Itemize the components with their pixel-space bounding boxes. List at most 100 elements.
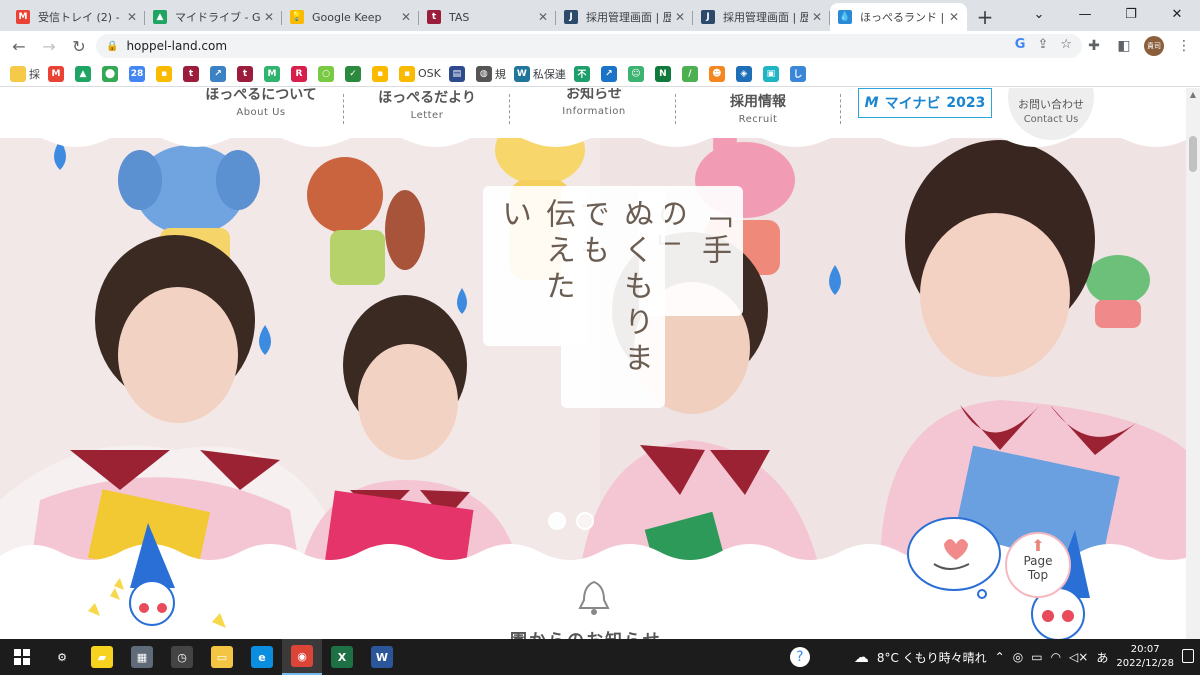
bookmark-item[interactable]: ▪	[372, 65, 391, 82]
browser-tab[interactable]: M 受信トレイ (2) - tak ✕	[8, 3, 145, 31]
reload-button[interactable]: ↻	[64, 31, 94, 61]
ime-indicator[interactable]: あ	[1096, 649, 1108, 666]
tab-list: M 受信トレイ (2) - tak ✕ ▲ マイドライブ - Goog ✕ 💡 Google …	[0, 3, 967, 31]
keep-icon: ▪	[156, 65, 172, 82]
taskbar-app[interactable]: X	[322, 639, 362, 675]
battery-icon[interactable]: ▭	[1031, 650, 1042, 664]
close-tab-icon[interactable]: ✕	[675, 10, 685, 24]
slider-dot[interactable]	[548, 512, 566, 530]
tab-title: 採用管理画面 | 歴	[586, 11, 671, 24]
taskbar-app[interactable]: W	[362, 639, 402, 675]
weather-cloud-icon[interactable]: ☁	[854, 648, 869, 666]
page-scrollbar[interactable]: ▲	[1186, 88, 1200, 639]
bookmark-item[interactable]: ↗	[600, 65, 620, 82]
volume-icon[interactable]: ◁×	[1069, 650, 1088, 664]
bookmark-item[interactable]: W 私保連	[513, 65, 566, 82]
bookmark-item[interactable]: ▣	[762, 65, 782, 82]
browser-tab[interactable]: J 採用管理画面 | 歴 ✕	[693, 3, 830, 31]
profile-avatar[interactable]: 貴司	[1144, 36, 1164, 56]
bookmark-item[interactable]: ✓	[345, 65, 364, 82]
taskbar-app[interactable]: ◉	[282, 639, 322, 675]
browser-tab[interactable]: 💡 Google Keep ✕	[282, 3, 419, 31]
close-tab-icon[interactable]: ✕	[812, 10, 822, 24]
back-button[interactable]: ←	[4, 31, 34, 61]
side-panel-icon[interactable]: ◧	[1114, 34, 1134, 58]
page-top-button[interactable]: ⬆ Page Top	[1005, 532, 1071, 598]
taskbar-app[interactable]: ⚙	[42, 639, 82, 675]
share-icon[interactable]: ⇪	[1037, 37, 1048, 52]
bookmark-item[interactable]: t	[237, 65, 256, 82]
close-tab-icon[interactable]: ✕	[264, 10, 274, 24]
close-window-button[interactable]: ✕	[1154, 0, 1200, 28]
new-tab-button[interactable]: +	[971, 3, 999, 31]
tray-overflow-icon[interactable]: ⌃	[995, 650, 1005, 664]
nav-information-label: お知らせ	[566, 88, 622, 102]
bookmark-item[interactable]: 採	[10, 65, 40, 82]
browser-tab[interactable]: J 採用管理画面 | 歴 ✕	[556, 3, 693, 31]
extensions-icon[interactable]: ✚	[1084, 34, 1104, 58]
bookmark-item[interactable]: ⬤	[102, 65, 121, 82]
bookmark-item[interactable]: R	[291, 65, 310, 82]
taskbar-app[interactable]: ▦	[122, 639, 162, 675]
address-bar[interactable]: 🔒 hoppel-land.com G ⇪ ☆	[96, 34, 1082, 58]
nav-recruit[interactable]: 採用情報 Recruit	[718, 91, 798, 125]
restore-button[interactable]: ❐	[1108, 0, 1154, 28]
bookmark-item[interactable]: ▪	[156, 65, 175, 82]
close-tab-icon[interactable]: ✕	[538, 10, 548, 24]
taskbar-app[interactable]: ▭	[202, 639, 242, 675]
forward-button[interactable]: →	[34, 31, 64, 61]
taskbar-app[interactable]: e	[242, 639, 282, 675]
bookmark-item[interactable]: ▤	[448, 65, 468, 82]
lock-icon[interactable]: 🔒	[106, 41, 118, 52]
nav-letter[interactable]: ほっぺるだより Letter	[372, 88, 482, 121]
taskbar-app[interactable]: ▰	[82, 639, 122, 675]
bookmark-item[interactable]: ↗	[210, 65, 229, 82]
wifi-icon[interactable]: ◠	[1051, 650, 1061, 664]
close-tab-icon[interactable]: ✕	[401, 10, 411, 24]
google-translate-icon[interactable]: G	[1015, 37, 1026, 52]
bookmark-item[interactable]: /	[681, 65, 701, 82]
bookmark-item[interactable]: ○	[318, 65, 337, 82]
bookmark-item[interactable]: 28	[129, 65, 148, 82]
bookmark-item[interactable]: ◍ 規	[475, 65, 506, 82]
bookmark-item[interactable]: N	[654, 65, 674, 82]
nav-about[interactable]: ほっぺるについて About Us	[203, 88, 319, 118]
bookmark-item[interactable]: ▪ OSK	[399, 65, 441, 82]
bookmark-item[interactable]: ◈	[735, 65, 755, 82]
bookmark-star-icon[interactable]: ☆	[1060, 37, 1072, 52]
menu-kebab-icon[interactable]: ⋮	[1174, 34, 1194, 58]
clock[interactable]: 20:07 2022/12/28	[1116, 643, 1174, 671]
bookmark-item[interactable]: M	[264, 65, 283, 82]
close-tab-icon[interactable]: ✕	[949, 10, 959, 24]
browser-tab[interactable]: ▲ マイドライブ - Goog ✕	[145, 3, 282, 31]
tab-search-icon[interactable]: ⌄	[1016, 0, 1062, 28]
page-viewport: ほっぺるについて About Us ほっぺるだより Letter お知らせ In…	[0, 88, 1186, 639]
bookmark-item[interactable]: M	[48, 65, 67, 82]
slider-dot[interactable]	[576, 512, 594, 530]
browser-tab[interactable]: 💧 ほっぺるランド | 園 ✕	[830, 3, 967, 31]
scroll-up-arrow[interactable]: ▲	[1186, 88, 1200, 102]
help-icon[interactable]: ?	[789, 647, 810, 667]
close-tab-icon[interactable]: ✕	[127, 10, 137, 24]
scroll-thumb[interactable]	[1189, 136, 1197, 172]
excel-icon: X	[331, 646, 353, 668]
taskbar-app[interactable]: ◷	[162, 639, 202, 675]
nav-information[interactable]: お知らせ Information	[554, 88, 634, 117]
start-button[interactable]	[2, 639, 42, 675]
bookmark-item[interactable]: ▲	[75, 65, 94, 82]
bookmark-item[interactable]: 不	[573, 65, 593, 82]
contact-button[interactable]: お問い合わせ Contact Us	[1008, 88, 1094, 140]
minimize-button[interactable]: —	[1062, 0, 1108, 28]
recruit-icon: J	[564, 10, 578, 24]
tas-icon: t	[237, 65, 253, 82]
bookmark-item[interactable]: t	[183, 65, 202, 82]
bookmark-item[interactable]: ☻	[708, 65, 728, 82]
notification-icon[interactable]	[1182, 649, 1194, 663]
mynavi-2023-banner[interactable]: M マイナビ 2023	[858, 88, 992, 118]
globe-icon: ◍	[475, 65, 492, 82]
bookmark-item[interactable]: し	[789, 65, 809, 82]
meet-icon[interactable]: ◎	[1013, 650, 1023, 664]
bookmark-item[interactable]: ☺	[627, 65, 647, 82]
browser-tab[interactable]: t TAS ✕	[419, 3, 556, 31]
weather-text[interactable]: 8°C くもり時々晴れ	[877, 649, 987, 666]
